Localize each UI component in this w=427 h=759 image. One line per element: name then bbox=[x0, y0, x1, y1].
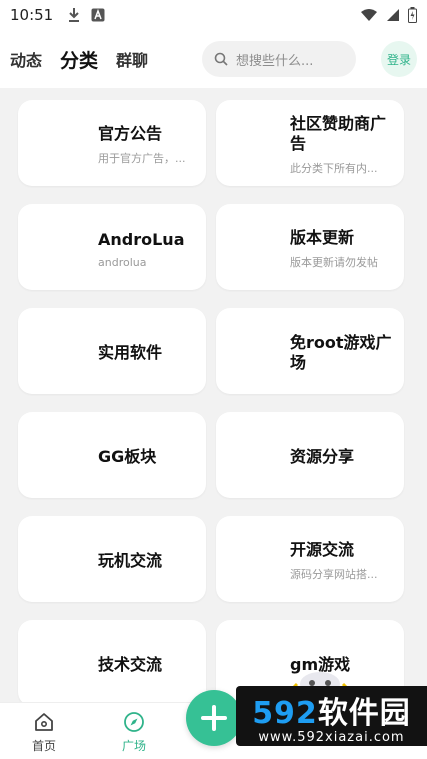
compass-icon bbox=[124, 712, 144, 732]
download-icon bbox=[69, 8, 80, 22]
card-desc: 源码分享网站搭... bbox=[290, 568, 378, 581]
category-card-noroot-games[interactable]: 免root游戏广场 bbox=[216, 308, 404, 394]
card-title: 开源交流 bbox=[290, 540, 355, 559]
status-right-icons bbox=[360, 7, 417, 23]
search-icon bbox=[214, 52, 228, 66]
card-desc: 版本更新请勿发帖 bbox=[290, 256, 378, 269]
category-card-tech-discussion[interactable]: 技术交流 bbox=[18, 620, 206, 706]
card-title: 社区赞助商广告 bbox=[290, 114, 387, 153]
a-badge-icon bbox=[91, 8, 105, 22]
tab-categories[interactable]: 分类 bbox=[58, 46, 101, 76]
card-desc: 用于官方广告，... bbox=[98, 152, 186, 165]
category-card-phone-discussion[interactable]: 玩机交流 bbox=[18, 516, 206, 602]
category-grid: 官方公告 用于官方广告，... 社区赞助商广告 此分类下所有内... Andro… bbox=[18, 100, 404, 706]
nav-label-home: 首页 bbox=[31, 739, 56, 753]
search-placeholder: 想搜些什么... bbox=[236, 53, 314, 69]
card-desc: androlua bbox=[98, 255, 147, 269]
card-title: 资源分享 bbox=[290, 447, 355, 466]
card-title: 玩机交流 bbox=[98, 551, 163, 570]
watermark-main: 592软件园 bbox=[252, 695, 411, 731]
nav-item-square[interactable]: 广场 bbox=[109, 711, 159, 754]
status-time: 10:51 bbox=[10, 6, 54, 24]
tab-group-chat[interactable]: 群聊 bbox=[116, 47, 148, 71]
status-left-icons bbox=[67, 7, 105, 23]
login-button[interactable]: 登录 bbox=[381, 41, 417, 77]
card-title: 官方公告 bbox=[98, 124, 163, 143]
wifi-icon bbox=[361, 9, 377, 21]
category-card-gg-section[interactable]: GG板块 bbox=[18, 412, 206, 498]
top-header: 动态 分类 群聊 想搜些什么... 登录 bbox=[0, 30, 427, 88]
category-card-version-update[interactable]: 版本更新 版本更新请勿发帖 bbox=[216, 204, 404, 290]
category-card-open-source[interactable]: 开源交流 源码分享网站搭... bbox=[216, 516, 404, 602]
category-card-androlua[interactable]: AndroLua androlua bbox=[18, 204, 206, 290]
add-post-button[interactable] bbox=[186, 690, 242, 746]
card-title: 版本更新 bbox=[290, 228, 355, 247]
category-card-official-announcement[interactable]: 官方公告 用于官方广告，... bbox=[18, 100, 206, 186]
nav-label-square: 广场 bbox=[121, 739, 146, 753]
watermark-url: www.592xiazai.com bbox=[258, 729, 405, 745]
home-icon bbox=[35, 713, 53, 731]
card-title: AndroLua bbox=[98, 229, 185, 249]
nav-item-home[interactable]: 首页 bbox=[19, 711, 69, 754]
signal-icon bbox=[387, 9, 399, 21]
card-desc: 此分类下所有内... bbox=[290, 162, 378, 175]
card-title: 实用软件 bbox=[98, 343, 163, 362]
card-title: GG板块 bbox=[98, 447, 157, 466]
tab-bar: 动态 分类 群聊 bbox=[10, 46, 148, 76]
watermark-logo: 592软件园 www.592xiazai.com bbox=[236, 686, 427, 746]
tab-dynamics[interactable]: 动态 bbox=[10, 47, 42, 71]
category-card-resource-sharing[interactable]: 资源分享 bbox=[216, 412, 404, 498]
status-bar: 10:51 bbox=[0, 0, 427, 30]
search-input[interactable]: 想搜些什么... bbox=[202, 41, 357, 77]
card-title: 技术交流 bbox=[98, 655, 163, 674]
plus-icon bbox=[201, 705, 227, 731]
battery-icon bbox=[408, 7, 417, 23]
category-card-sponsor-ads[interactable]: 社区赞助商广告 此分类下所有内... bbox=[216, 100, 404, 186]
card-title: 免root游戏广场 bbox=[290, 333, 392, 372]
category-card-useful-software[interactable]: 实用软件 bbox=[18, 308, 206, 394]
